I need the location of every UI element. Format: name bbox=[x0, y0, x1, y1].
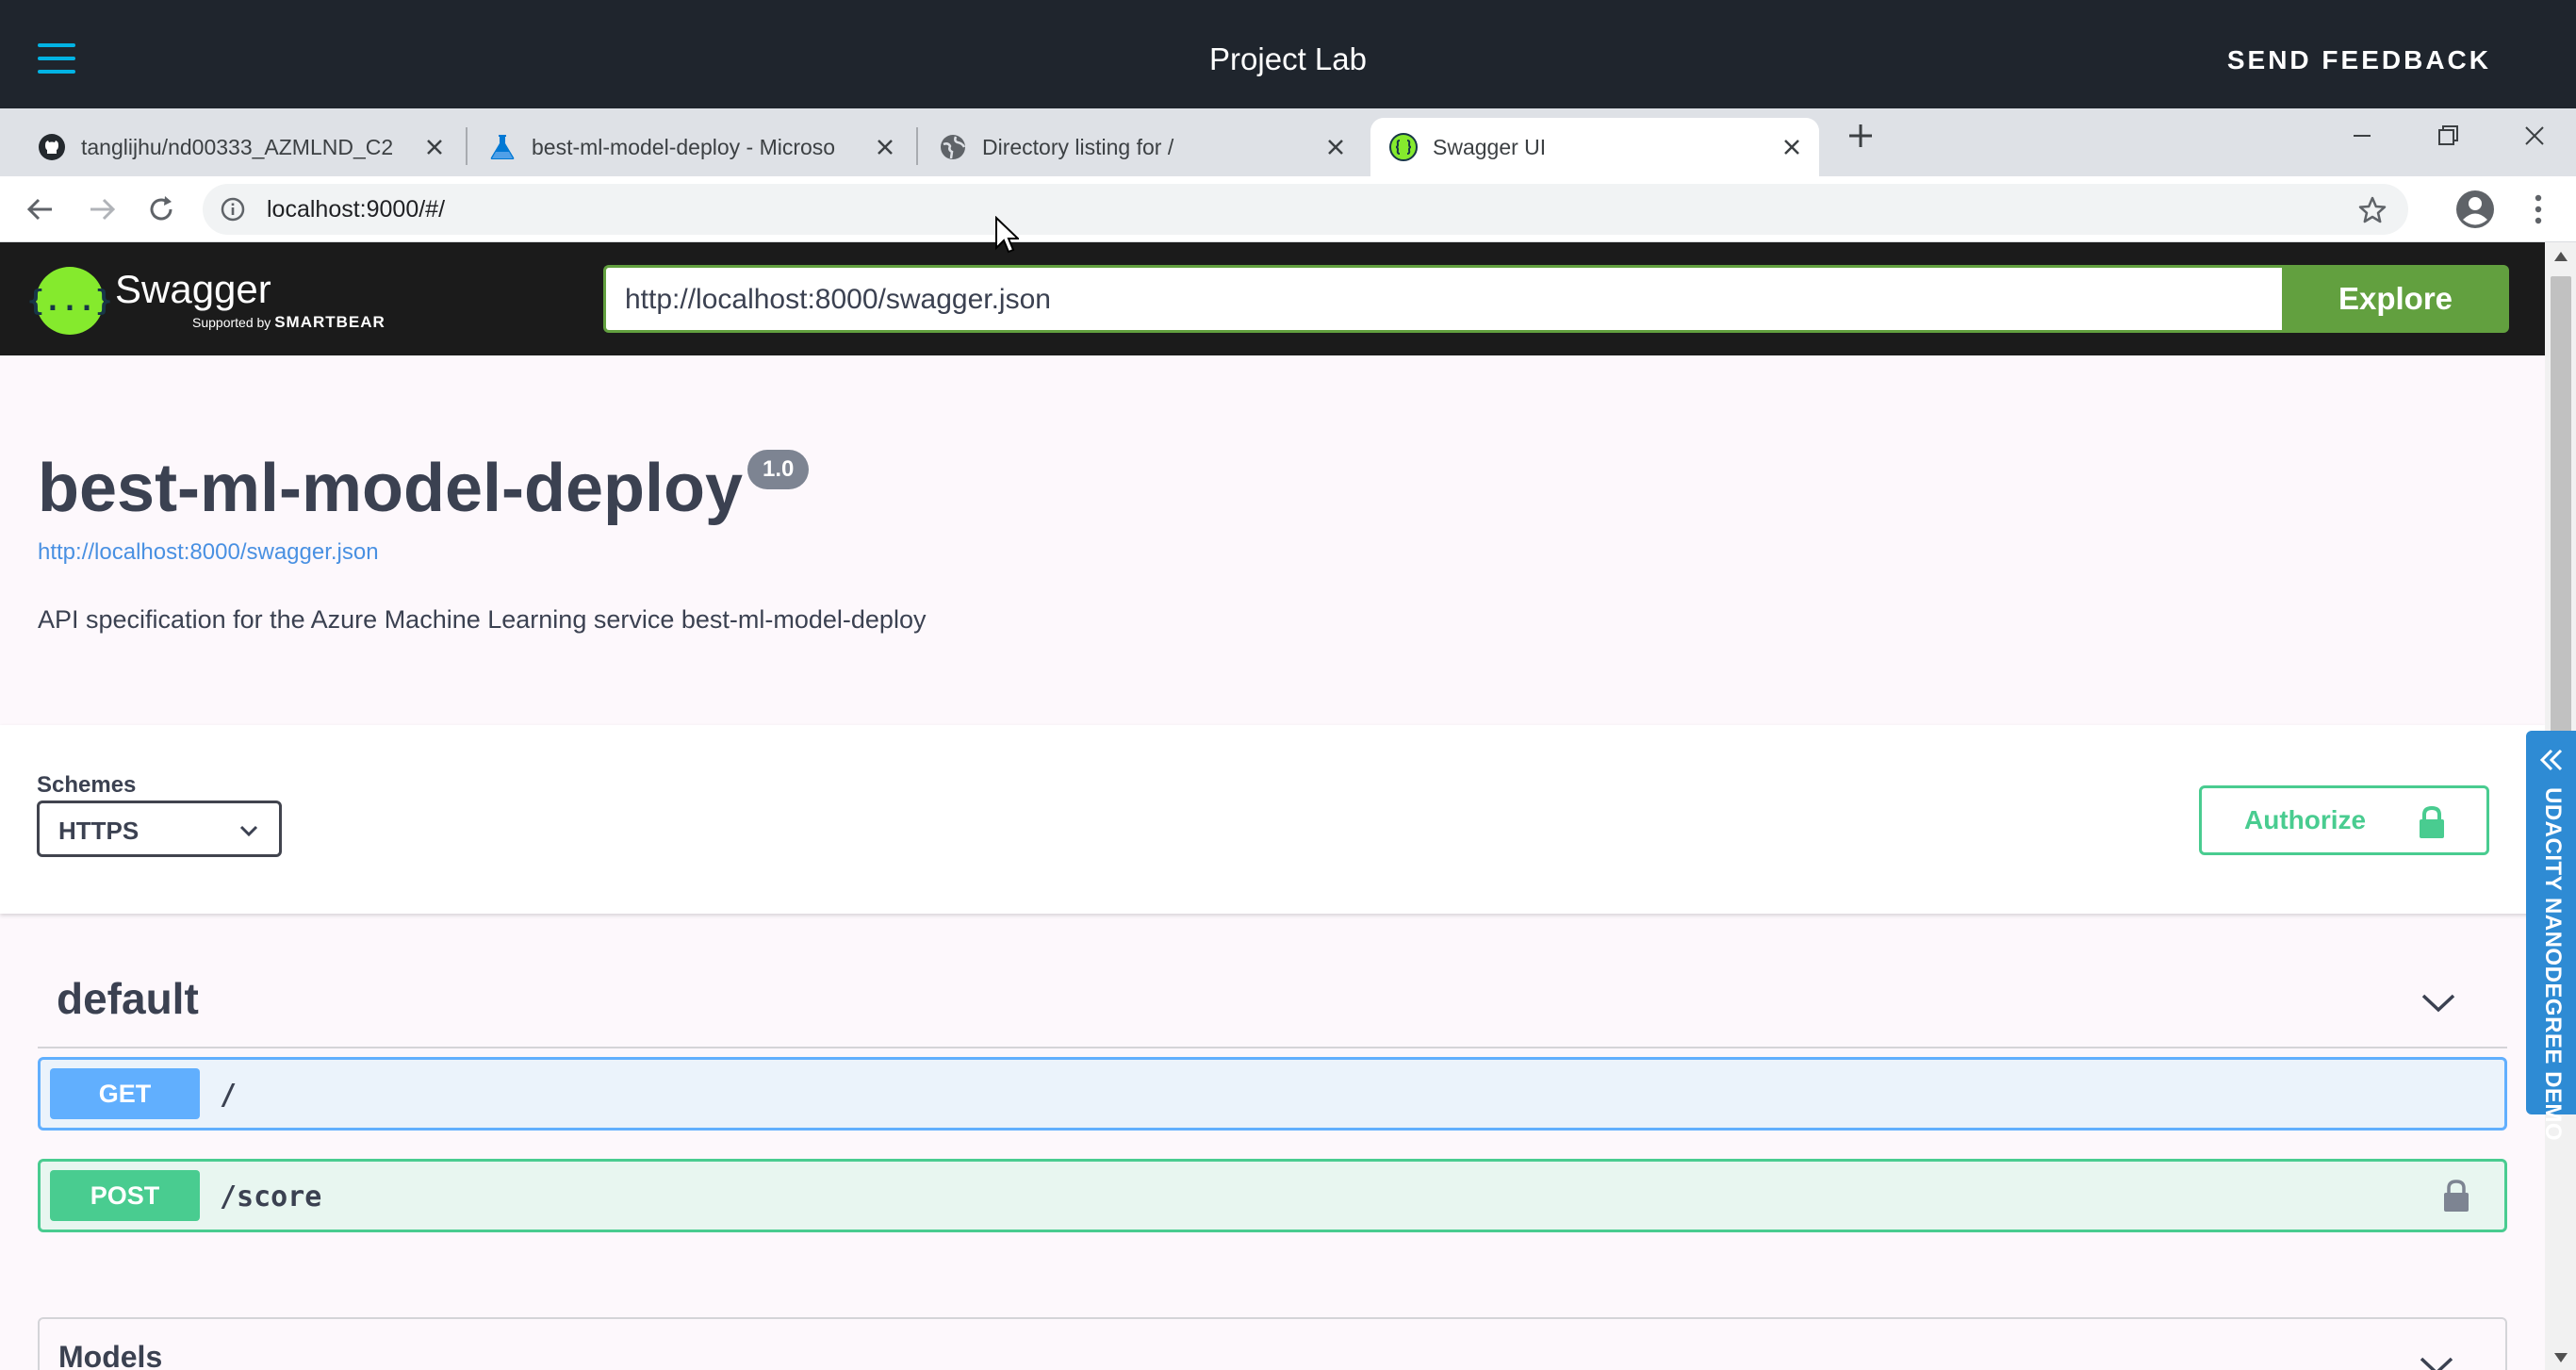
models-section[interactable]: Models bbox=[38, 1317, 2507, 1370]
spec-url-input[interactable]: http://localhost:8000/swagger.json bbox=[603, 265, 2282, 333]
udacity-side-tab[interactable]: UDACITY NANODEGREE DEMO bbox=[2526, 731, 2576, 1141]
close-icon[interactable] bbox=[871, 133, 899, 161]
side-tab-label: UDACITY NANODEGREE DEMO bbox=[2540, 787, 2566, 1142]
chevron-down-icon bbox=[2420, 1357, 2453, 1370]
operation-path: /score bbox=[220, 1180, 322, 1213]
swagger-logo-subtitle: Supported by SMARTBEAR bbox=[192, 313, 386, 332]
logo-sub-prefix: Supported by bbox=[192, 315, 271, 330]
close-window-icon[interactable] bbox=[2519, 120, 2551, 152]
explore-button[interactable]: Explore bbox=[2282, 265, 2509, 333]
tab-title: Directory listing for / bbox=[982, 134, 1174, 159]
operation-post-score[interactable]: POST /score bbox=[38, 1159, 2507, 1232]
authorize-label: Authorize bbox=[2244, 805, 2367, 834]
chevron-down-icon bbox=[239, 825, 258, 837]
lock-icon[interactable] bbox=[2442, 1179, 2470, 1213]
globe-icon bbox=[939, 133, 967, 161]
page-viewport: {...} Swagger Supported by SMARTBEAR htt… bbox=[0, 242, 2576, 1370]
operation-path: / bbox=[220, 1079, 238, 1112]
tab-swagger-ui[interactable]: Swagger UI bbox=[1370, 118, 1819, 176]
reload-icon[interactable] bbox=[144, 192, 178, 226]
method-badge-get: GET bbox=[50, 1068, 200, 1119]
swagger-logo-icon: {...} bbox=[27, 267, 112, 335]
browser-tab-strip: tanglijhu/nd00333_AZMLND_C2 best-ml-mode… bbox=[0, 108, 2576, 176]
address-bar[interactable]: localhost:9000/#/ bbox=[203, 184, 2408, 235]
restore-window-icon[interactable] bbox=[2432, 120, 2464, 152]
schemes-select[interactable]: HTTPS bbox=[37, 801, 282, 857]
schemes-label: Schemes bbox=[37, 772, 137, 798]
tab-separator bbox=[916, 127, 918, 165]
tab-title: best-ml-model-deploy - Microso bbox=[532, 134, 836, 159]
operation-get-root[interactable]: GET / bbox=[38, 1057, 2507, 1131]
swagger-logo-text: Swagger bbox=[115, 267, 271, 311]
swagger-wordmark: Swagger Supported by SMARTBEAR bbox=[115, 270, 386, 332]
new-tab-plus-icon[interactable] bbox=[1845, 120, 1877, 152]
tab-separator bbox=[466, 127, 468, 165]
swagger-favicon bbox=[1389, 133, 1418, 161]
models-title: Models bbox=[58, 1340, 163, 1370]
lock-icon bbox=[2420, 805, 2444, 838]
tab-azure-ml[interactable]: best-ml-model-deploy - Microso bbox=[469, 118, 912, 176]
logo-sub-brand: SMARTBEAR bbox=[274, 313, 386, 331]
tab-github[interactable]: tanglijhu/nd00333_AZMLND_C2 bbox=[19, 118, 462, 176]
mouse-cursor-icon bbox=[995, 216, 1019, 254]
close-icon[interactable] bbox=[1321, 133, 1350, 161]
browser-toolbar: localhost:9000/#/ bbox=[0, 176, 2576, 242]
address-url: localhost:9000/#/ bbox=[267, 196, 446, 223]
api-title: best-ml-model-deploy bbox=[38, 451, 744, 526]
send-feedback-button[interactable]: SEND FEEDBACK bbox=[2227, 45, 2491, 75]
project-lab-header: Project Lab SEND FEEDBACK bbox=[0, 0, 2576, 108]
version-badge: 1.0 bbox=[747, 450, 810, 489]
api-description: API specification for the Azure Machine … bbox=[38, 605, 927, 634]
profile-avatar-icon[interactable] bbox=[2454, 189, 2496, 230]
swagger-logo[interactable]: {...} Swagger Supported by SMARTBEAR bbox=[27, 263, 386, 338]
tab-directory-listing[interactable]: Directory listing for / bbox=[920, 118, 1363, 176]
spec-link[interactable]: http://localhost:8000/swagger.json bbox=[38, 539, 379, 566]
swagger-topbar: {...} Swagger Supported by SMARTBEAR htt… bbox=[0, 242, 2545, 355]
github-icon bbox=[38, 133, 66, 161]
site-info-icon[interactable] bbox=[220, 196, 246, 223]
swagger-logo-brace: {...} bbox=[26, 284, 113, 318]
more-options-kebab-icon[interactable] bbox=[2526, 191, 2551, 227]
forward-arrow-icon[interactable] bbox=[85, 192, 119, 226]
schemes-section: Schemes HTTPS Authorize bbox=[0, 725, 2545, 914]
chevron-down-icon bbox=[2421, 994, 2455, 1013]
double-chevron-left-icon bbox=[2539, 749, 2563, 771]
method-badge-post: POST bbox=[50, 1170, 200, 1221]
authorize-button[interactable]: Authorize bbox=[2199, 785, 2489, 855]
back-arrow-icon[interactable] bbox=[24, 192, 57, 226]
close-icon[interactable] bbox=[1778, 133, 1806, 161]
lab-title: Project Lab bbox=[1209, 41, 1367, 76]
tag-default-header[interactable]: default bbox=[38, 954, 2507, 1048]
close-icon[interactable] bbox=[420, 133, 449, 161]
azure-ml-flask-icon bbox=[488, 133, 517, 161]
tag-name: default bbox=[57, 974, 199, 1023]
minimize-window-icon[interactable] bbox=[2346, 120, 2378, 152]
schemes-selected-value: HTTPS bbox=[58, 817, 139, 845]
bookmark-star-icon[interactable] bbox=[2357, 195, 2387, 225]
tab-title: Swagger UI bbox=[1433, 134, 1547, 159]
scroll-up-arrow-icon[interactable] bbox=[2553, 250, 2568, 263]
tab-title: tanglijhu/nd00333_AZMLND_C2 bbox=[81, 134, 394, 159]
scroll-down-arrow-icon[interactable] bbox=[2553, 1351, 2568, 1364]
